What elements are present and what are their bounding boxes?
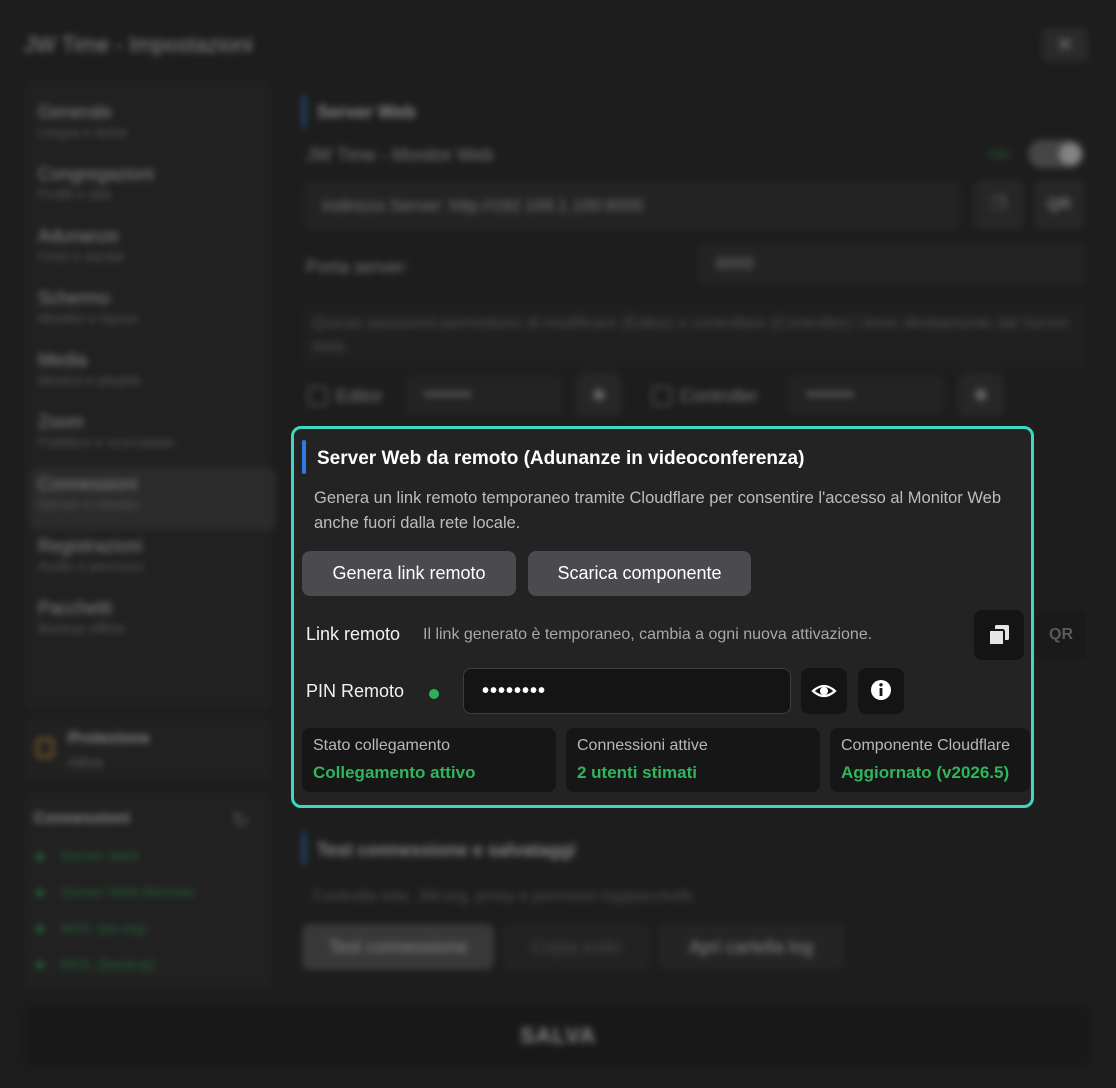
close-icon: ✕ bbox=[1055, 32, 1075, 57]
section-title-server-web: Server Web bbox=[317, 102, 416, 122]
connection-status-item: Server Web bbox=[36, 848, 139, 865]
test-description: Controlla rete, JW.org, proxy e permessi… bbox=[312, 888, 697, 905]
copy-result-button[interactable]: Copia esito bbox=[502, 924, 650, 970]
remote-description: Genera un link remoto temporaneo tramite… bbox=[314, 489, 1002, 532]
remote-link-label: Link remoto bbox=[306, 624, 401, 644]
refresh-icon[interactable]: ↻ bbox=[232, 808, 249, 833]
connections-status-panel: Connessioni ↻ Server Web Server Web Remo… bbox=[24, 792, 272, 988]
password-note: Queste password permettono di modificare… bbox=[302, 304, 1084, 368]
sidebar-item-media[interactable]: Media Musica e playlist bbox=[36, 344, 260, 406]
eye-icon: ◉ bbox=[974, 386, 988, 403]
generate-remote-link-button[interactable]: Genera link remoto bbox=[302, 551, 516, 596]
toggle-state-text: ON bbox=[988, 146, 1009, 162]
protection-card: Protezione Attiva bbox=[24, 718, 272, 780]
test-connection-button[interactable]: Test connessione bbox=[302, 924, 494, 970]
pin-status-dot-icon bbox=[429, 689, 439, 699]
pin-info-button[interactable] bbox=[858, 668, 904, 714]
remote-link-hint: Il link generato è temporaneo, cambia a … bbox=[423, 626, 873, 643]
remote-server-panel: Server Web da remoto (Adunanze in videoc… bbox=[291, 426, 1086, 808]
pin-remote-label: PIN Remoto bbox=[306, 681, 405, 701]
open-log-folder-button[interactable]: Apri cartella log bbox=[658, 924, 844, 970]
section-bar bbox=[302, 440, 306, 474]
copy-address-button[interactable]: ❐ bbox=[974, 180, 1024, 230]
port-input[interactable]: 8000 bbox=[698, 244, 1084, 284]
editor-password-field[interactable]: •••••••• bbox=[406, 375, 562, 415]
connection-status-item: Server Web Remoto bbox=[36, 884, 196, 901]
sidebar-item-congregazioni[interactable]: Congregazioni Profili e dati bbox=[36, 158, 260, 220]
controller-label: Controller bbox=[680, 386, 759, 406]
settings-sidebar: Generale Lingua e tema Congregazioni Profi… bbox=[24, 80, 276, 710]
eye-icon: ◉ bbox=[592, 386, 606, 403]
controller-show-password-button[interactable]: ◉ bbox=[958, 373, 1004, 417]
controller-password-field[interactable]: •••••••• bbox=[788, 375, 944, 415]
monitor-web-label: JW Time - Monitor Web bbox=[306, 145, 494, 165]
copy-icon bbox=[988, 625, 1009, 646]
sidebar-item-zoom[interactable]: Zoom Pubblico e scorciatoie bbox=[36, 406, 260, 468]
status-dot-icon bbox=[36, 961, 44, 970]
editor-show-password-button[interactable]: ◉ bbox=[576, 373, 622, 417]
qr-button[interactable]: QR bbox=[1034, 180, 1084, 230]
info-icon bbox=[871, 680, 891, 700]
lock-icon bbox=[36, 738, 54, 758]
monitor-web-toggle[interactable] bbox=[1028, 140, 1084, 168]
section-title-test: Test connessione e salvataggi bbox=[317, 840, 576, 860]
eye-icon bbox=[811, 684, 837, 698]
close-button[interactable]: ✕ bbox=[1042, 28, 1088, 62]
controller-checkbox[interactable] bbox=[652, 386, 672, 406]
status-dot-icon bbox=[36, 925, 44, 934]
link-status-card: Stato collegamento Collegamento attivo bbox=[302, 728, 556, 792]
section-bar bbox=[302, 832, 306, 866]
sidebar-item-pacchetti[interactable]: Pacchetti Backup offline bbox=[36, 592, 260, 654]
pin-remote-input[interactable] bbox=[463, 668, 791, 714]
download-component-button[interactable]: Scarica componente bbox=[528, 551, 751, 596]
status-dot-icon bbox=[36, 853, 44, 862]
status-dot-icon bbox=[36, 889, 44, 898]
sidebar-item-schermo[interactable]: Schermo Monitor e layout bbox=[36, 282, 260, 344]
server-address-field[interactable]: Indirizzo Server: http://192.168.1.100:8… bbox=[304, 182, 960, 230]
sidebar-item-connessioni[interactable]: Connessioni Server e remoto bbox=[30, 468, 276, 530]
remote-section-title: Server Web da remoto (Adunanze in videoc… bbox=[317, 448, 805, 469]
sidebar-item-generale[interactable]: Generale Lingua e tema bbox=[36, 96, 260, 158]
copy-link-button[interactable] bbox=[974, 610, 1024, 660]
active-connections-card: Connessioni attive 2 utenti stimati bbox=[566, 728, 820, 792]
save-button[interactable]: SALVA bbox=[24, 1006, 1092, 1066]
cloudflare-component-card: Componente Cloudflare Aggiornato (v2026.… bbox=[830, 728, 1030, 792]
window-title: JW Time - Impostazioni bbox=[24, 32, 253, 57]
editor-checkbox[interactable] bbox=[308, 386, 328, 406]
connection-status-item: WOL (jw.org) bbox=[36, 920, 147, 937]
remote-qr-button[interactable]: QR bbox=[1036, 610, 1086, 660]
port-label: Porta server: bbox=[306, 257, 410, 277]
show-pin-button[interactable] bbox=[801, 668, 847, 714]
section-bar bbox=[302, 94, 306, 128]
connection-status-item: WOL (backup) bbox=[36, 956, 156, 973]
editor-label: Editor bbox=[336, 386, 384, 406]
sidebar-item-registrazioni[interactable]: Registrazioni Audio e percorso bbox=[36, 530, 260, 592]
sidebar-item-adunanze[interactable]: Adunanze Orari e durate bbox=[36, 220, 260, 282]
